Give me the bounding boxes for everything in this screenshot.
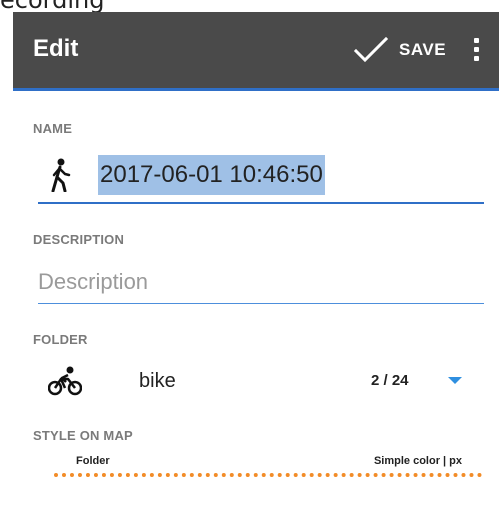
folder-selector[interactable]: bike 2 / 24 bbox=[38, 360, 484, 404]
more-vert-icon[interactable] bbox=[471, 38, 481, 64]
name-field[interactable]: 2017-06-01 10:46:50 bbox=[38, 148, 484, 204]
app-toolbar: Edit SAVE bbox=[13, 12, 499, 91]
name-value: 2017-06-01 10:46:50 bbox=[100, 161, 323, 188]
edit-screen: ecording Edit SAVE NAME bbox=[0, 0, 499, 512]
description-input[interactable] bbox=[38, 260, 484, 304]
folder-section-label: FOLDER bbox=[33, 332, 88, 347]
save-label: SAVE bbox=[399, 40, 447, 59]
style-on-map-selector[interactable]: Folder Simple color | px bbox=[54, 455, 482, 485]
cut-off-title: ecording bbox=[0, 0, 104, 12]
name-selection: 2017-06-01 10:46:50 bbox=[98, 155, 325, 195]
walk-icon bbox=[50, 158, 72, 197]
style-folder-label: Folder bbox=[76, 455, 110, 467]
previous-screen-fragment: ecording bbox=[0, 0, 499, 12]
style-type-label: Simple color | px bbox=[373, 455, 462, 467]
save-button[interactable]: SAVE bbox=[353, 30, 446, 70]
check-icon bbox=[353, 36, 389, 64]
folder-value: bike bbox=[139, 370, 176, 392]
bike-icon bbox=[47, 366, 83, 401]
style-section-label: STYLE ON MAP bbox=[33, 428, 133, 443]
description-section-label: DESCRIPTION bbox=[33, 232, 125, 247]
dropdown-arrow-icon bbox=[448, 377, 462, 384]
folder-count: 2 / 24 bbox=[371, 372, 409, 389]
name-section-label: NAME bbox=[33, 121, 73, 136]
name-underline bbox=[38, 202, 484, 204]
track-line-preview bbox=[54, 473, 482, 477]
toolbar-title: Edit bbox=[33, 35, 79, 62]
